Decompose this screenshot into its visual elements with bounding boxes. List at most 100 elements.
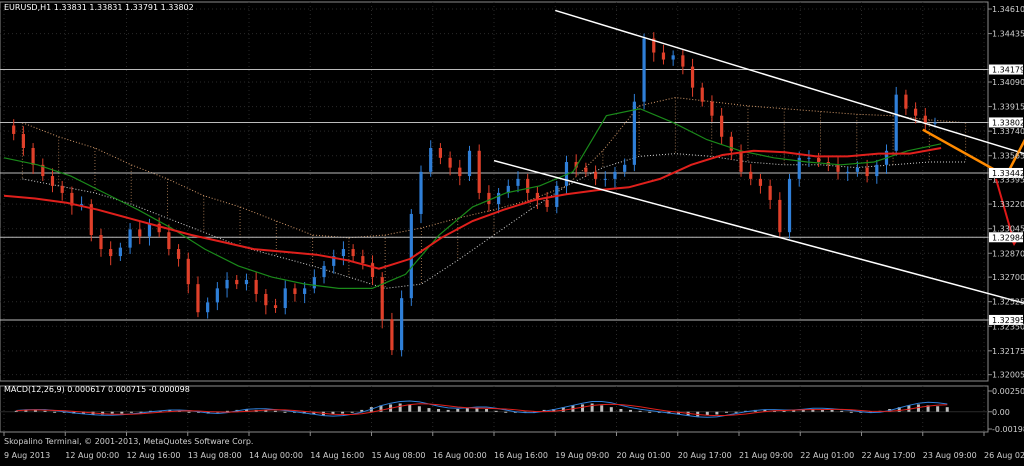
macd-histogram-bar — [446, 409, 450, 412]
x-tick-label: 22 Aug 17:00 — [862, 451, 916, 460]
candle-bear — [690, 66, 695, 88]
macd-histogram-bar — [629, 409, 633, 412]
macd-histogram-bar — [485, 409, 489, 412]
macd-histogram-bar — [465, 408, 469, 412]
macd-histogram-bar — [273, 410, 277, 412]
candle-bear — [710, 101, 714, 116]
x-tick-label: 26 Aug 02:00 — [984, 451, 1024, 460]
y-tick-label: 1.32984 — [992, 233, 1024, 242]
candle-bear — [167, 232, 171, 250]
candle-bear — [196, 284, 200, 313]
y-tick-label: 1.33740 — [992, 127, 1024, 136]
copyright-text: Skopalino Terminal, © 2001-2013, MetaQuo… — [4, 437, 253, 446]
macd-panel: 0.002508 0.00 -0.001988 — [0, 387, 1024, 434]
x-tick-label: 19 Aug 09:00 — [555, 451, 609, 460]
candle-bear — [817, 157, 821, 163]
y-tick-label: 1.33915 — [992, 103, 1024, 112]
candle-bear — [235, 279, 239, 285]
chart-svg: 1.34610 1.34435 1.34179 1.34090 1.33915 1.338… — [0, 1, 1024, 460]
x-tick-label: 14 Aug 16:00 — [310, 451, 364, 460]
x-tick-label: 12 Aug 16:00 — [127, 451, 181, 460]
candle-bull — [206, 302, 210, 313]
candle-bear — [264, 293, 268, 306]
candle-bull — [147, 223, 152, 237]
macd-tick-label: 0.00 — [992, 408, 1010, 417]
x-tick-label: 13 Aug 08:00 — [188, 451, 242, 460]
macd-histogram-bar — [600, 405, 604, 412]
candle-bear — [758, 178, 763, 186]
macd-signal-line — [16, 403, 948, 417]
macd-histogram-bar — [341, 411, 345, 414]
candle-bear — [176, 249, 181, 259]
y-tick-label: 1.34090 — [992, 78, 1024, 87]
y-tick-label: 1.32350 — [992, 322, 1024, 331]
candle-bear — [138, 229, 142, 237]
candle-bull — [632, 101, 636, 165]
macd-histogram-bar — [638, 410, 642, 412]
candle-bear — [50, 176, 55, 186]
y-tick-label: 1.33802 — [992, 118, 1024, 127]
candle-bear — [438, 147, 443, 158]
macd-histogram-bar — [849, 411, 853, 413]
candle-bear — [661, 52, 666, 60]
candle-bear — [768, 185, 772, 200]
candle-bear — [778, 199, 782, 233]
x-tick-label: 14 Aug 00:00 — [249, 451, 303, 460]
y-tick-label: 1.32175 — [992, 347, 1024, 356]
candle-bear — [477, 150, 481, 193]
candle-bull — [118, 247, 122, 257]
macd-histogram-bar — [283, 411, 287, 413]
cloud-span-b — [22, 153, 966, 289]
macd-histogram-bar — [840, 410, 844, 412]
candle-bull — [894, 94, 898, 151]
candle-bull — [855, 167, 860, 172]
x-tick-label: 16 Aug 00:00 — [433, 451, 487, 460]
candle-bear — [109, 249, 113, 257]
macd-histogram-bar — [494, 410, 498, 412]
macd-histogram-bar — [590, 403, 594, 412]
candle-bull — [603, 178, 607, 180]
candle-bear — [836, 164, 840, 172]
candle-bull — [303, 288, 307, 294]
candle-bear — [448, 157, 452, 168]
y-tick-label: 1.34610 — [992, 5, 1024, 14]
x-tick-label: 16 Aug 16:00 — [494, 451, 548, 460]
candle-bear — [545, 199, 549, 207]
candle-bear — [21, 133, 25, 148]
candle-bull — [623, 164, 627, 172]
candle-bull — [244, 279, 249, 285]
candle-bull — [429, 147, 433, 172]
y-tick-label: 1.34435 — [992, 30, 1024, 39]
candle-bear — [99, 235, 103, 250]
candle-bear — [681, 55, 685, 67]
x-tick-label: 20 Aug 17:00 — [678, 451, 732, 460]
macd-histogram-bar — [619, 409, 623, 412]
x-tick-label: 20 Aug 01:00 — [617, 451, 671, 460]
macd-histogram-bar — [408, 404, 412, 412]
candle-bull — [613, 171, 617, 179]
candle-bear — [904, 94, 908, 109]
x-tick-label: 23 Aug 09:00 — [923, 451, 977, 460]
macd-histogram-bar — [734, 411, 738, 413]
macd-histogram-bar — [648, 411, 652, 413]
grid — [0, 1, 989, 433]
macd-histogram-bar — [398, 403, 402, 412]
candle-bull — [215, 288, 219, 303]
candle-bear — [487, 192, 491, 205]
candle-bull — [875, 164, 879, 177]
y-tick-label: 1.33395 — [992, 176, 1024, 185]
candle-bull — [128, 229, 132, 248]
candle-bear — [584, 167, 588, 172]
candle-bull — [322, 265, 326, 278]
y-tick-label: 1.33565 — [992, 152, 1024, 161]
candle-bull — [516, 178, 520, 186]
drawings — [493, 9, 1024, 304]
candle-bear — [390, 319, 394, 351]
candle-bear — [60, 185, 64, 193]
candle-bear — [865, 167, 869, 177]
macd-histogram-bar — [129, 411, 133, 413]
macd-histogram-bar — [945, 407, 949, 412]
macd-main-line — [16, 400, 948, 418]
macd-title: MACD(12,26,9) 0.000617 0.000715 -0.00009… — [4, 385, 190, 394]
macd-histogram-bar — [936, 406, 940, 412]
